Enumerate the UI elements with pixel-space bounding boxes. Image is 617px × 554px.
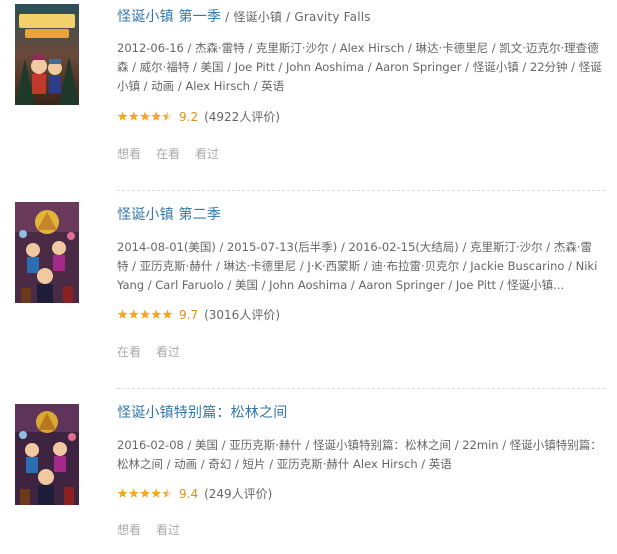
star-icon xyxy=(151,488,162,498)
result-title-link[interactable]: 怪诞小镇特别篇：松林之间 xyxy=(117,404,287,422)
result-title-link[interactable]: 怪诞小镇 第二季 xyxy=(117,206,221,224)
poster-image[interactable] xyxy=(15,4,79,105)
gravity-falls-poster-icon xyxy=(15,202,79,303)
result-meta: 2014-08-01(美国) / 2015-07-13(后半季) / 2016-… xyxy=(117,240,598,292)
action-links: 想看 看过 xyxy=(117,522,195,538)
star-rating-icon xyxy=(117,488,173,498)
star-icon xyxy=(162,309,173,319)
title-subtitle: / 怪诞小镇 / Gravity Falls xyxy=(221,10,371,24)
star-icon xyxy=(140,111,150,121)
star-icon xyxy=(151,309,162,319)
result-meta: 2016-02-08 / 美国 / 亚历克斯·赫什 / 怪诞小镇特别篇：松林之间… xyxy=(117,438,602,471)
want-to-watch-link[interactable]: 想看 xyxy=(117,523,141,537)
action-links: 在看 看过 xyxy=(117,344,195,360)
star-icon xyxy=(140,488,150,498)
title-text[interactable]: 怪诞小镇 第一季 xyxy=(117,9,221,25)
star-icon xyxy=(117,111,128,121)
rating-row: 9.7 (3016人评价) xyxy=(117,307,280,323)
star-icon xyxy=(140,309,150,319)
rating-score: 9.2 xyxy=(179,110,199,124)
result-title-link[interactable]: 怪诞小镇 第一季 / 怪诞小镇 / Gravity Falls xyxy=(117,8,371,26)
star-rating-icon xyxy=(117,111,173,121)
star-icon xyxy=(117,488,128,498)
rating-count: (249人评价) xyxy=(204,487,273,501)
watched-link[interactable]: 看过 xyxy=(195,147,219,161)
poster-image[interactable] xyxy=(15,404,79,505)
star-rating-icon xyxy=(117,309,173,319)
divider xyxy=(117,388,605,389)
title-text[interactable]: 怪诞小镇 第二季 xyxy=(117,207,221,223)
rating-count: (4922人评价) xyxy=(204,110,280,124)
watched-link[interactable]: 看过 xyxy=(156,523,180,537)
divider xyxy=(117,190,605,191)
rating-row: 9.4 (249人评价) xyxy=(117,486,272,502)
gravity-falls-poster-icon xyxy=(15,4,79,105)
star-icon xyxy=(117,309,128,319)
rating-score: 9.4 xyxy=(179,487,199,501)
gravity-falls-poster-icon xyxy=(15,404,79,505)
title-text[interactable]: 怪诞小镇特别篇：松林之间 xyxy=(117,405,287,421)
rating-count: (3016人评价) xyxy=(204,308,280,322)
star-icon xyxy=(128,111,139,121)
poster-image[interactable] xyxy=(15,202,79,303)
result-meta: 2012-06-16 / 杰森·雷特 / 克里斯汀·沙尔 / Alex Hirs… xyxy=(117,41,602,93)
watching-link[interactable]: 在看 xyxy=(117,345,141,359)
rating-score: 9.7 xyxy=(179,308,199,322)
star-icon xyxy=(128,488,139,498)
action-links: 想看 在看 看过 xyxy=(117,146,234,162)
watched-link[interactable]: 看过 xyxy=(156,345,180,359)
watching-link[interactable]: 在看 xyxy=(156,147,180,161)
rating-row: 9.2 (4922人评价) xyxy=(117,109,280,125)
want-to-watch-link[interactable]: 想看 xyxy=(117,147,141,161)
star-icon xyxy=(128,309,139,319)
star-icon xyxy=(151,111,162,121)
